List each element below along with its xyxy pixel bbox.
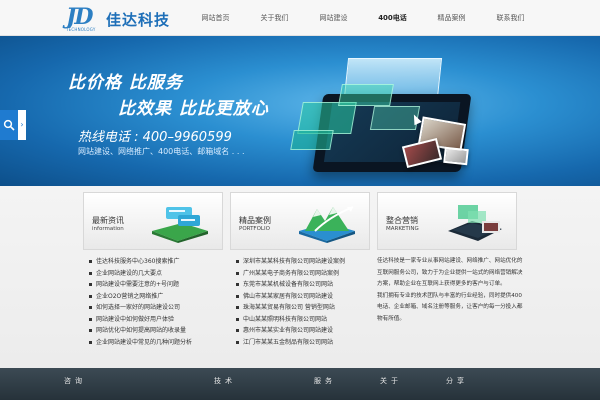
cases-header[interactable]: 精品案例 PORTFOLIO [230, 192, 370, 250]
marketing-column: 整合营销 MARKETING 佳达科技是一家专业从事网站建设、网络推广、网站优化… [377, 192, 522, 326]
list-item[interactable]: 企业网站建设的几大要点 [89, 268, 223, 280]
banner-slogan-2: 比效果 比比更放心 [118, 99, 269, 119]
logo-tagline: TECHNOLOGY [66, 27, 96, 32]
list-item[interactable]: 广州某某电子商务有限公司网站案例 [236, 268, 370, 280]
marketing-paragraph-2: 我们拥有专业的技术团队与丰富的行业经验，同时提供400电话、企业邮箱、域名注册等… [377, 292, 523, 322]
content-area: 最新资讯 information 佳达科技服务中心360搜索推广 企业网站建设的… [0, 186, 600, 366]
nav-item-contact[interactable]: 联系我们 [481, 0, 540, 36]
nav-item-cases[interactable]: 精品案例 [422, 0, 481, 36]
list-item[interactable]: 佛山市某某家居有限公司网站建设 [236, 291, 370, 303]
marketing-title: 整合营销 [386, 216, 418, 225]
site-header: JD TECHNOLOGY 佳达科技 网站首页 关于我们 网站建设 400电话 … [0, 0, 600, 36]
logo-mark: JD TECHNOLOGY [66, 4, 100, 32]
news-list: 佳达科技服务中心360搜索推广 企业网站建设的几大要点 网站建设中需要注意的+号… [83, 256, 223, 348]
footer-link-service[interactable]: 服务 [314, 368, 336, 394]
search-icon [0, 110, 18, 140]
cases-list: 深圳市某某科技有限公司网站建设案例 广州某某电子商务有限公司网站案例 东莞市某某… [230, 256, 370, 348]
cases-title: 精品案例 [239, 216, 271, 225]
nav-item-home[interactable]: 网站首页 [186, 0, 245, 36]
list-item[interactable]: 深圳市某某科技有限公司网站建设案例 [236, 256, 370, 268]
news-subtitle: information [92, 226, 124, 232]
list-item[interactable]: 网站建设中需要注意的+号问题 [89, 279, 223, 291]
list-item[interactable]: 惠州市某某实业有限公司网站建设 [236, 325, 370, 337]
banner-slogan-1: 比价格 比服务 [68, 73, 183, 93]
marketing-paragraph-1: 佳达科技是一家专业从事网站建设、网络推广、网站优化的互联网服务公司，致力于为企业… [377, 258, 523, 288]
logo-text: 佳达科技 [106, 10, 171, 29]
nav-item-400-phone[interactable]: 400电话 [363, 0, 422, 36]
list-item[interactable]: 网站优化中如何提高网站的收录量 [89, 325, 223, 337]
marketing-subtitle: MARKETING [386, 226, 419, 232]
main-nav: 网站首页 关于我们 网站建设 400电话 精品案例 联系我们 [186, 0, 540, 36]
cases-column: 精品案例 PORTFOLIO 深圳市某某科技有限公司网站建设案例 广州某某电子商… [230, 192, 370, 348]
news-header[interactable]: 最新资讯 information [83, 192, 223, 250]
list-item[interactable]: 中山某某照明科技有限公司网站 [236, 314, 370, 326]
footer-link-share[interactable]: 分享 [446, 368, 468, 394]
hero-banner[interactable]: 比价格 比服务 比效果 比比更放心 热线电话 : 400–9960599 网站建… [0, 36, 600, 186]
chevron-right-icon: › [18, 110, 26, 140]
cases-subtitle: PORTFOLIO [239, 226, 270, 232]
nav-item-web-build[interactable]: 网站建设 [304, 0, 363, 36]
news-column: 最新资讯 information 佳达科技服务中心360搜索推广 企业网站建设的… [83, 192, 223, 348]
list-item[interactable]: 珠海某某贸易有限公司 营销型网站 [236, 302, 370, 314]
list-item[interactable]: 如何选择一家好的网站建设公司 [89, 302, 223, 314]
banner-layer-3 [290, 130, 334, 150]
banner-photo-3 [443, 146, 469, 166]
side-search-tab[interactable]: › [0, 110, 26, 140]
list-item[interactable]: 企业O2O营销之网络推广 [89, 291, 223, 303]
footer-link-tech[interactable]: 技术 [214, 368, 236, 394]
news-title: 最新资讯 [92, 216, 124, 225]
banner-layer-2 [338, 84, 394, 106]
list-item[interactable]: 江门市某某五金制品有限公司网站 [236, 337, 370, 349]
footer-link-about[interactable]: 关于 [380, 368, 402, 394]
logo[interactable]: JD TECHNOLOGY 佳达科技 [66, 4, 171, 33]
footer-link-consult[interactable]: 咨询 [64, 368, 86, 394]
list-item[interactable]: 佳达科技服务中心360搜索推广 [89, 256, 223, 268]
list-item[interactable]: 网站建设中如何做好用户体验 [89, 314, 223, 326]
list-item[interactable]: 东莞市某某机械设备有限公司网站 [236, 279, 370, 291]
marketing-header[interactable]: 整合营销 MARKETING [377, 192, 517, 250]
banner-services: 网站建设、网络推广、400电话、邮箱域名 . . . [78, 147, 245, 156]
marketing-intro: 佳达科技是一家专业从事网站建设、网络推广、网站优化的互联网服务公司，致力于为企业… [377, 256, 523, 326]
banner-hotline: 热线电话 : 400–9960599 [78, 130, 232, 145]
nav-item-about[interactable]: 关于我们 [245, 0, 304, 36]
cases-mountain-icon [299, 206, 355, 243]
list-item[interactable]: 企业网站建设中常见的几种问题分析 [89, 337, 223, 349]
news-chat-icon [152, 207, 208, 243]
marketing-screens-icon [448, 205, 502, 241]
site-footer: 咨询 技术 服务 关于 分享 [0, 368, 600, 400]
